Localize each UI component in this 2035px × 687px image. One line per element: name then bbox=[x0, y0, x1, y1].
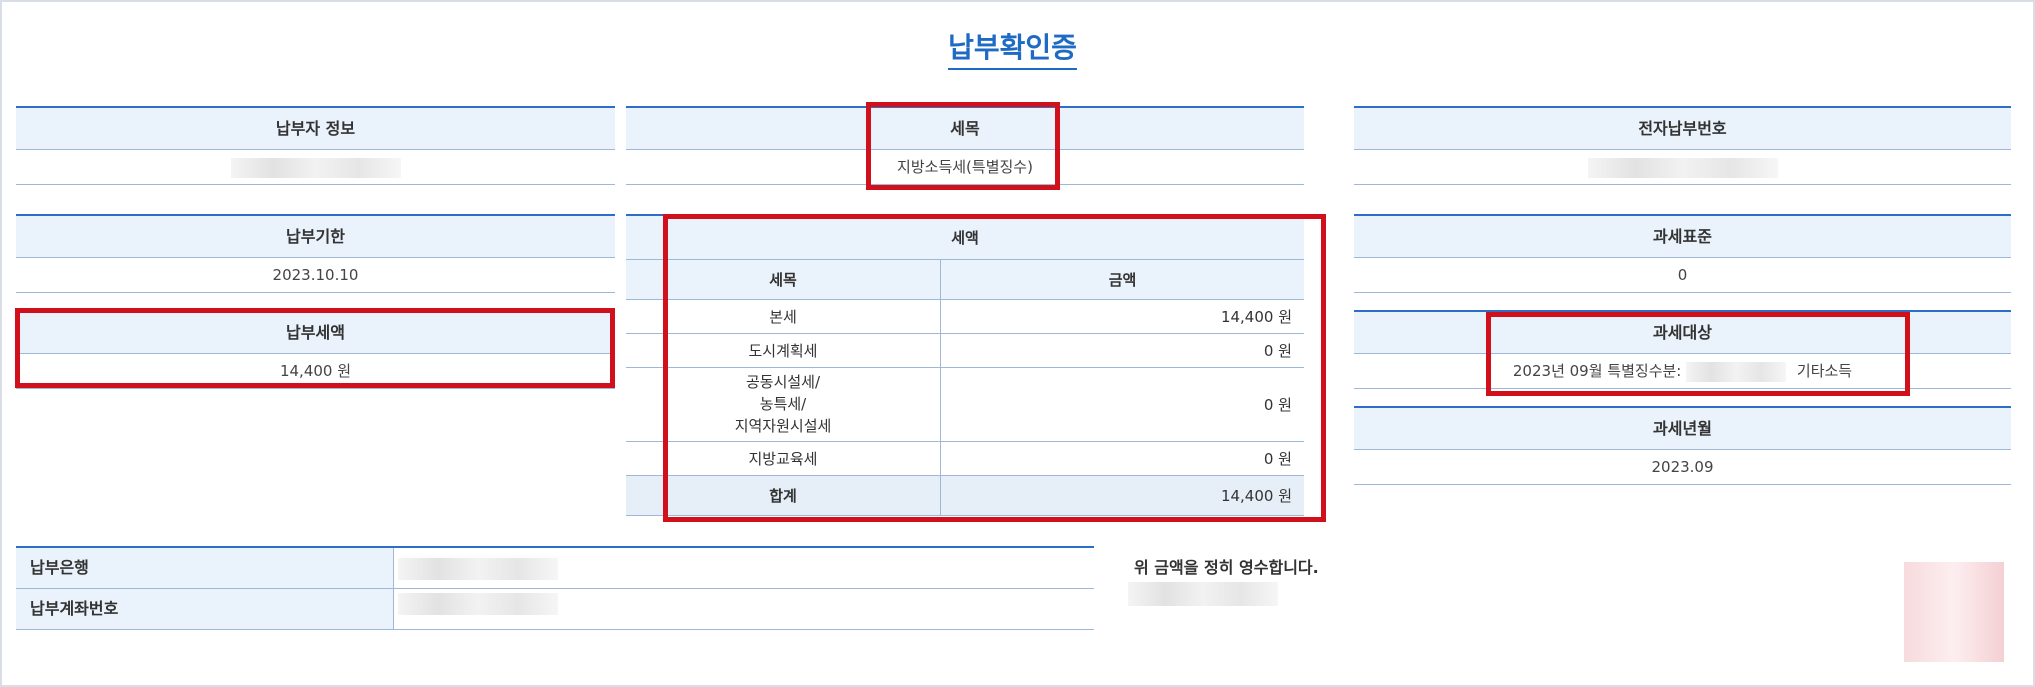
tax-amount-box: 납부세액 14,400 원 bbox=[16, 310, 615, 389]
due-date-box: 납부기한 2023.10.10 bbox=[16, 214, 615, 293]
due-date-header: 납부기한 bbox=[16, 214, 615, 258]
redacted-bank bbox=[398, 558, 558, 580]
receipt-statement: 위 금액을 정히 영수합니다. bbox=[1134, 558, 1319, 577]
row-item: 도시계획세 bbox=[626, 333, 941, 368]
payment-number-box: 전자납부번호 bbox=[1354, 106, 2011, 185]
tax-period-header: 과세년월 bbox=[1354, 406, 2011, 450]
tax-detail-table: 세액 세목 금액 본세 14,400 원 도시계획세 0 원 공동시설세/ 농특… bbox=[626, 214, 1304, 516]
total-row: 합계 14,400 원 bbox=[626, 475, 1304, 516]
redacted-payment-number bbox=[1587, 157, 1778, 178]
row-item-line: 농특세/ bbox=[759, 395, 807, 413]
tax-item-header: 세목 bbox=[626, 106, 1304, 150]
tax-target-value: 2023년 09월 특별징수분: 기타소득 bbox=[1354, 354, 2011, 389]
row-item: 본세 bbox=[626, 299, 941, 334]
row-item-line: 공동시설세/ bbox=[745, 373, 821, 391]
redacted-account bbox=[398, 593, 558, 615]
account-row: 납부계좌번호 bbox=[16, 589, 1094, 630]
tax-period-value: 2023.09 bbox=[1354, 450, 2011, 485]
tax-target-header: 과세대상 bbox=[1354, 310, 2011, 354]
row-amount: 14,400 원 bbox=[940, 299, 1304, 334]
total-label: 합계 bbox=[626, 475, 941, 516]
payer-info-header: 납부자 정보 bbox=[16, 106, 615, 150]
bank-row: 납부은행 bbox=[16, 548, 1094, 589]
bank-value bbox=[394, 548, 1094, 588]
bank-info-table: 납부은행 납부계좌번호 bbox=[16, 546, 1094, 630]
row-item-line: 지역자원시설세 bbox=[734, 417, 832, 435]
bank-label: 납부은행 bbox=[16, 548, 394, 588]
tax-base-value: 0 bbox=[1354, 258, 2011, 293]
col-amount-header: 금액 bbox=[940, 259, 1304, 300]
payer-info-box: 납부자 정보 bbox=[16, 106, 615, 185]
row-amount: 0 원 bbox=[940, 441, 1304, 476]
payer-info-value bbox=[16, 150, 615, 185]
tax-target-suffix: 기타소득 bbox=[1796, 362, 1853, 380]
official-seal bbox=[1904, 562, 2004, 662]
table-row: 도시계획세 0 원 bbox=[626, 333, 1304, 368]
tax-item-value: 지방소득세(특별징수) bbox=[626, 150, 1304, 185]
tax-target-prefix: 2023년 09월 특별징수분: bbox=[1512, 362, 1682, 380]
tax-base-header: 과세표준 bbox=[1354, 214, 2011, 258]
row-amount: 0 원 bbox=[940, 367, 1304, 442]
table-row: 지방교육세 0 원 bbox=[626, 441, 1304, 476]
due-date-value: 2023.10.10 bbox=[16, 258, 615, 293]
tax-target-box: 과세대상 2023년 09월 특별징수분: 기타소득 bbox=[1354, 310, 2011, 389]
payment-number-header: 전자납부번호 bbox=[1354, 106, 2011, 150]
row-amount: 0 원 bbox=[940, 333, 1304, 368]
redacted-payer-name bbox=[230, 157, 401, 178]
tax-base-box: 과세표준 0 bbox=[1354, 214, 2011, 293]
page-title: 납부확인증 bbox=[0, 26, 2025, 70]
tax-amount-value: 14,400 원 bbox=[16, 354, 615, 389]
tax-period-box: 과세년월 2023.09 bbox=[1354, 406, 2011, 485]
redacted-issuer bbox=[1128, 582, 1278, 606]
account-label: 납부계좌번호 bbox=[16, 589, 394, 629]
row-item-multiline: 공동시설세/ 농특세/ 지역자원시설세 bbox=[626, 367, 941, 442]
row-item: 지방교육세 bbox=[626, 441, 941, 476]
tax-amount-header: 납부세액 bbox=[16, 310, 615, 354]
total-amount: 14,400 원 bbox=[940, 475, 1304, 516]
col-item-header: 세목 bbox=[626, 259, 941, 300]
payment-number-value bbox=[1354, 150, 2011, 185]
redacted-target bbox=[1686, 361, 1787, 382]
table-row: 공동시설세/ 농특세/ 지역자원시설세 0 원 bbox=[626, 367, 1304, 442]
tax-item-box: 세목 지방소득세(특별징수) bbox=[626, 106, 1304, 185]
tax-detail-header: 세액 bbox=[626, 214, 1304, 260]
table-row: 본세 14,400 원 bbox=[626, 299, 1304, 334]
account-value bbox=[394, 589, 1094, 629]
